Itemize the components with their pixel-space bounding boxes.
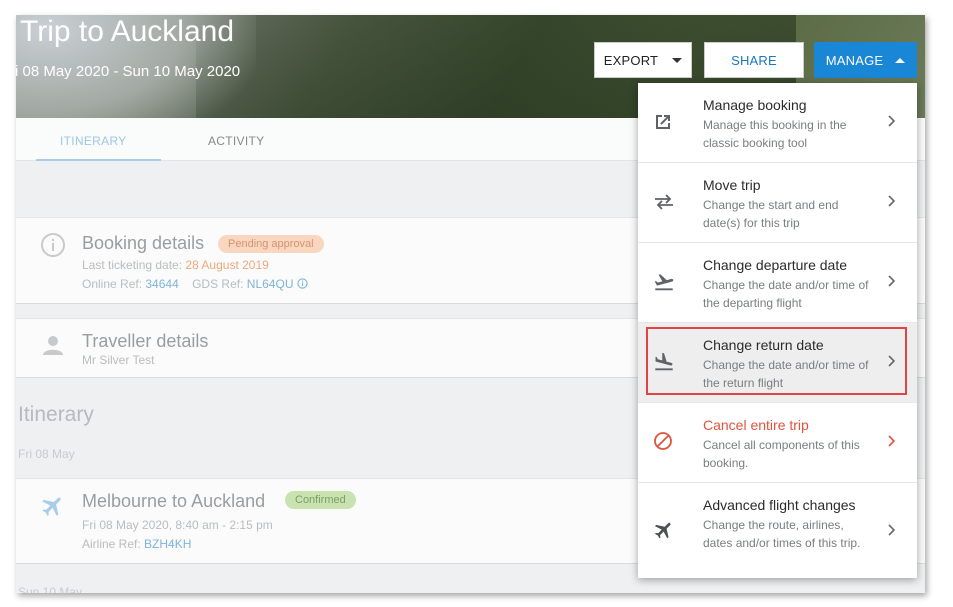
traveller-details-title: Traveller details bbox=[82, 331, 209, 351]
menu-item-label: Cancel entire trip bbox=[703, 417, 809, 433]
highlight-outline bbox=[646, 327, 907, 395]
export-button[interactable]: EXPORT bbox=[594, 42, 692, 78]
person-icon bbox=[40, 333, 66, 364]
itinerary-day-2: Sun 10 May bbox=[18, 585, 83, 593]
menu-item-label: Advanced flight changes bbox=[703, 497, 856, 513]
traveller-name: Mr Silver Test bbox=[82, 353, 155, 367]
menu-item-desc: Change the date and/or time of the depar… bbox=[703, 278, 869, 310]
flight-time: Fri 08 May 2020, 8:40 am - 2:15 pm bbox=[82, 518, 273, 532]
menu-item-manage-booking[interactable]: Manage booking Manage this booking in th… bbox=[638, 83, 917, 163]
manage-button[interactable]: MANAGE bbox=[814, 42, 917, 78]
booking-refs-row: Online Ref: 34644 GDS Ref: NL64QU bbox=[82, 277, 308, 292]
caret-down-icon bbox=[672, 57, 683, 63]
airline-ref-value[interactable]: BZH4KH bbox=[144, 537, 191, 551]
screenshot-frame: Trip to Auckland ri 08 May 2020 - Sun 10… bbox=[0, 0, 953, 607]
chevron-right-icon bbox=[887, 434, 896, 450]
info-small-icon[interactable] bbox=[297, 278, 308, 292]
chevron-right-icon bbox=[887, 274, 896, 290]
menu-item-move-trip[interactable]: Move trip Change the start and end date(… bbox=[638, 163, 917, 243]
itinerary-day-1: Fri 08 May bbox=[18, 447, 75, 461]
menu-item-advanced-flight-changes[interactable]: Advanced flight changes Change the route… bbox=[638, 483, 917, 578]
export-label: EXPORT bbox=[603, 52, 659, 68]
menu-item-change-departure[interactable]: Change departure date Change the date an… bbox=[638, 243, 917, 323]
share-label: SHARE bbox=[731, 52, 777, 68]
booking-details-title: Booking details bbox=[82, 233, 205, 253]
trip-title: Trip to Auckland bbox=[20, 15, 234, 48]
menu-item-label: Move trip bbox=[703, 177, 761, 193]
ticketing-date-label: Last ticketing date: bbox=[82, 258, 183, 272]
chevron-right-icon bbox=[887, 114, 896, 130]
itinerary-heading: Itinerary bbox=[18, 403, 94, 426]
gds-ref-label: GDS Ref: bbox=[192, 277, 244, 291]
manage-label: MANAGE bbox=[825, 52, 884, 68]
airline-ref-label: Airline Ref: bbox=[82, 537, 141, 551]
caret-up-icon bbox=[895, 57, 906, 63]
tab-itinerary[interactable]: ITINERARY bbox=[60, 134, 127, 148]
status-badge: Pending approval bbox=[218, 235, 324, 253]
online-ref-value[interactable]: 34644 bbox=[145, 277, 178, 291]
menu-item-desc: Manage this booking in the classic booki… bbox=[703, 118, 847, 150]
airplane-icon bbox=[653, 519, 675, 541]
status-badge: Confirmed bbox=[285, 491, 356, 509]
tab-activity[interactable]: ACTIVITY bbox=[208, 134, 264, 148]
info-icon bbox=[40, 232, 66, 263]
menu-item-desc: Change the start and end date(s) for thi… bbox=[703, 198, 839, 230]
menu-item-label: Manage booking bbox=[703, 97, 807, 113]
swap-arrows-icon bbox=[653, 192, 675, 214]
airplane-icon bbox=[40, 493, 66, 524]
chevron-right-icon bbox=[887, 523, 896, 539]
online-ref-label: Online Ref: bbox=[82, 277, 143, 291]
share-button[interactable]: SHARE bbox=[704, 42, 804, 78]
airline-ref-row: Airline Ref: BZH4KH bbox=[82, 537, 191, 551]
ticketing-date-value: 28 August 2019 bbox=[185, 258, 269, 272]
ticketing-date-row: Last ticketing date: 28 August 2019 bbox=[82, 258, 269, 272]
menu-item-desc: Cancel all components of this booking. bbox=[703, 438, 860, 470]
flight-takeoff-icon bbox=[653, 271, 675, 293]
menu-item-desc: Change the route, airlines, dates and/or… bbox=[703, 518, 861, 550]
flight-route-title: Melbourne to Auckland bbox=[82, 491, 266, 511]
gds-ref-value[interactable]: NL64QU bbox=[247, 277, 294, 291]
trip-dates: ri 08 May 2020 - Sun 10 May 2020 bbox=[16, 63, 241, 80]
menu-item-cancel-trip[interactable]: Cancel entire trip Cancel all components… bbox=[638, 403, 917, 483]
active-tab-indicator bbox=[36, 159, 161, 161]
menu-item-label: Change departure date bbox=[703, 257, 847, 273]
cancel-circle-icon bbox=[653, 431, 675, 453]
external-link-icon bbox=[653, 112, 675, 134]
chevron-right-icon bbox=[887, 194, 896, 210]
